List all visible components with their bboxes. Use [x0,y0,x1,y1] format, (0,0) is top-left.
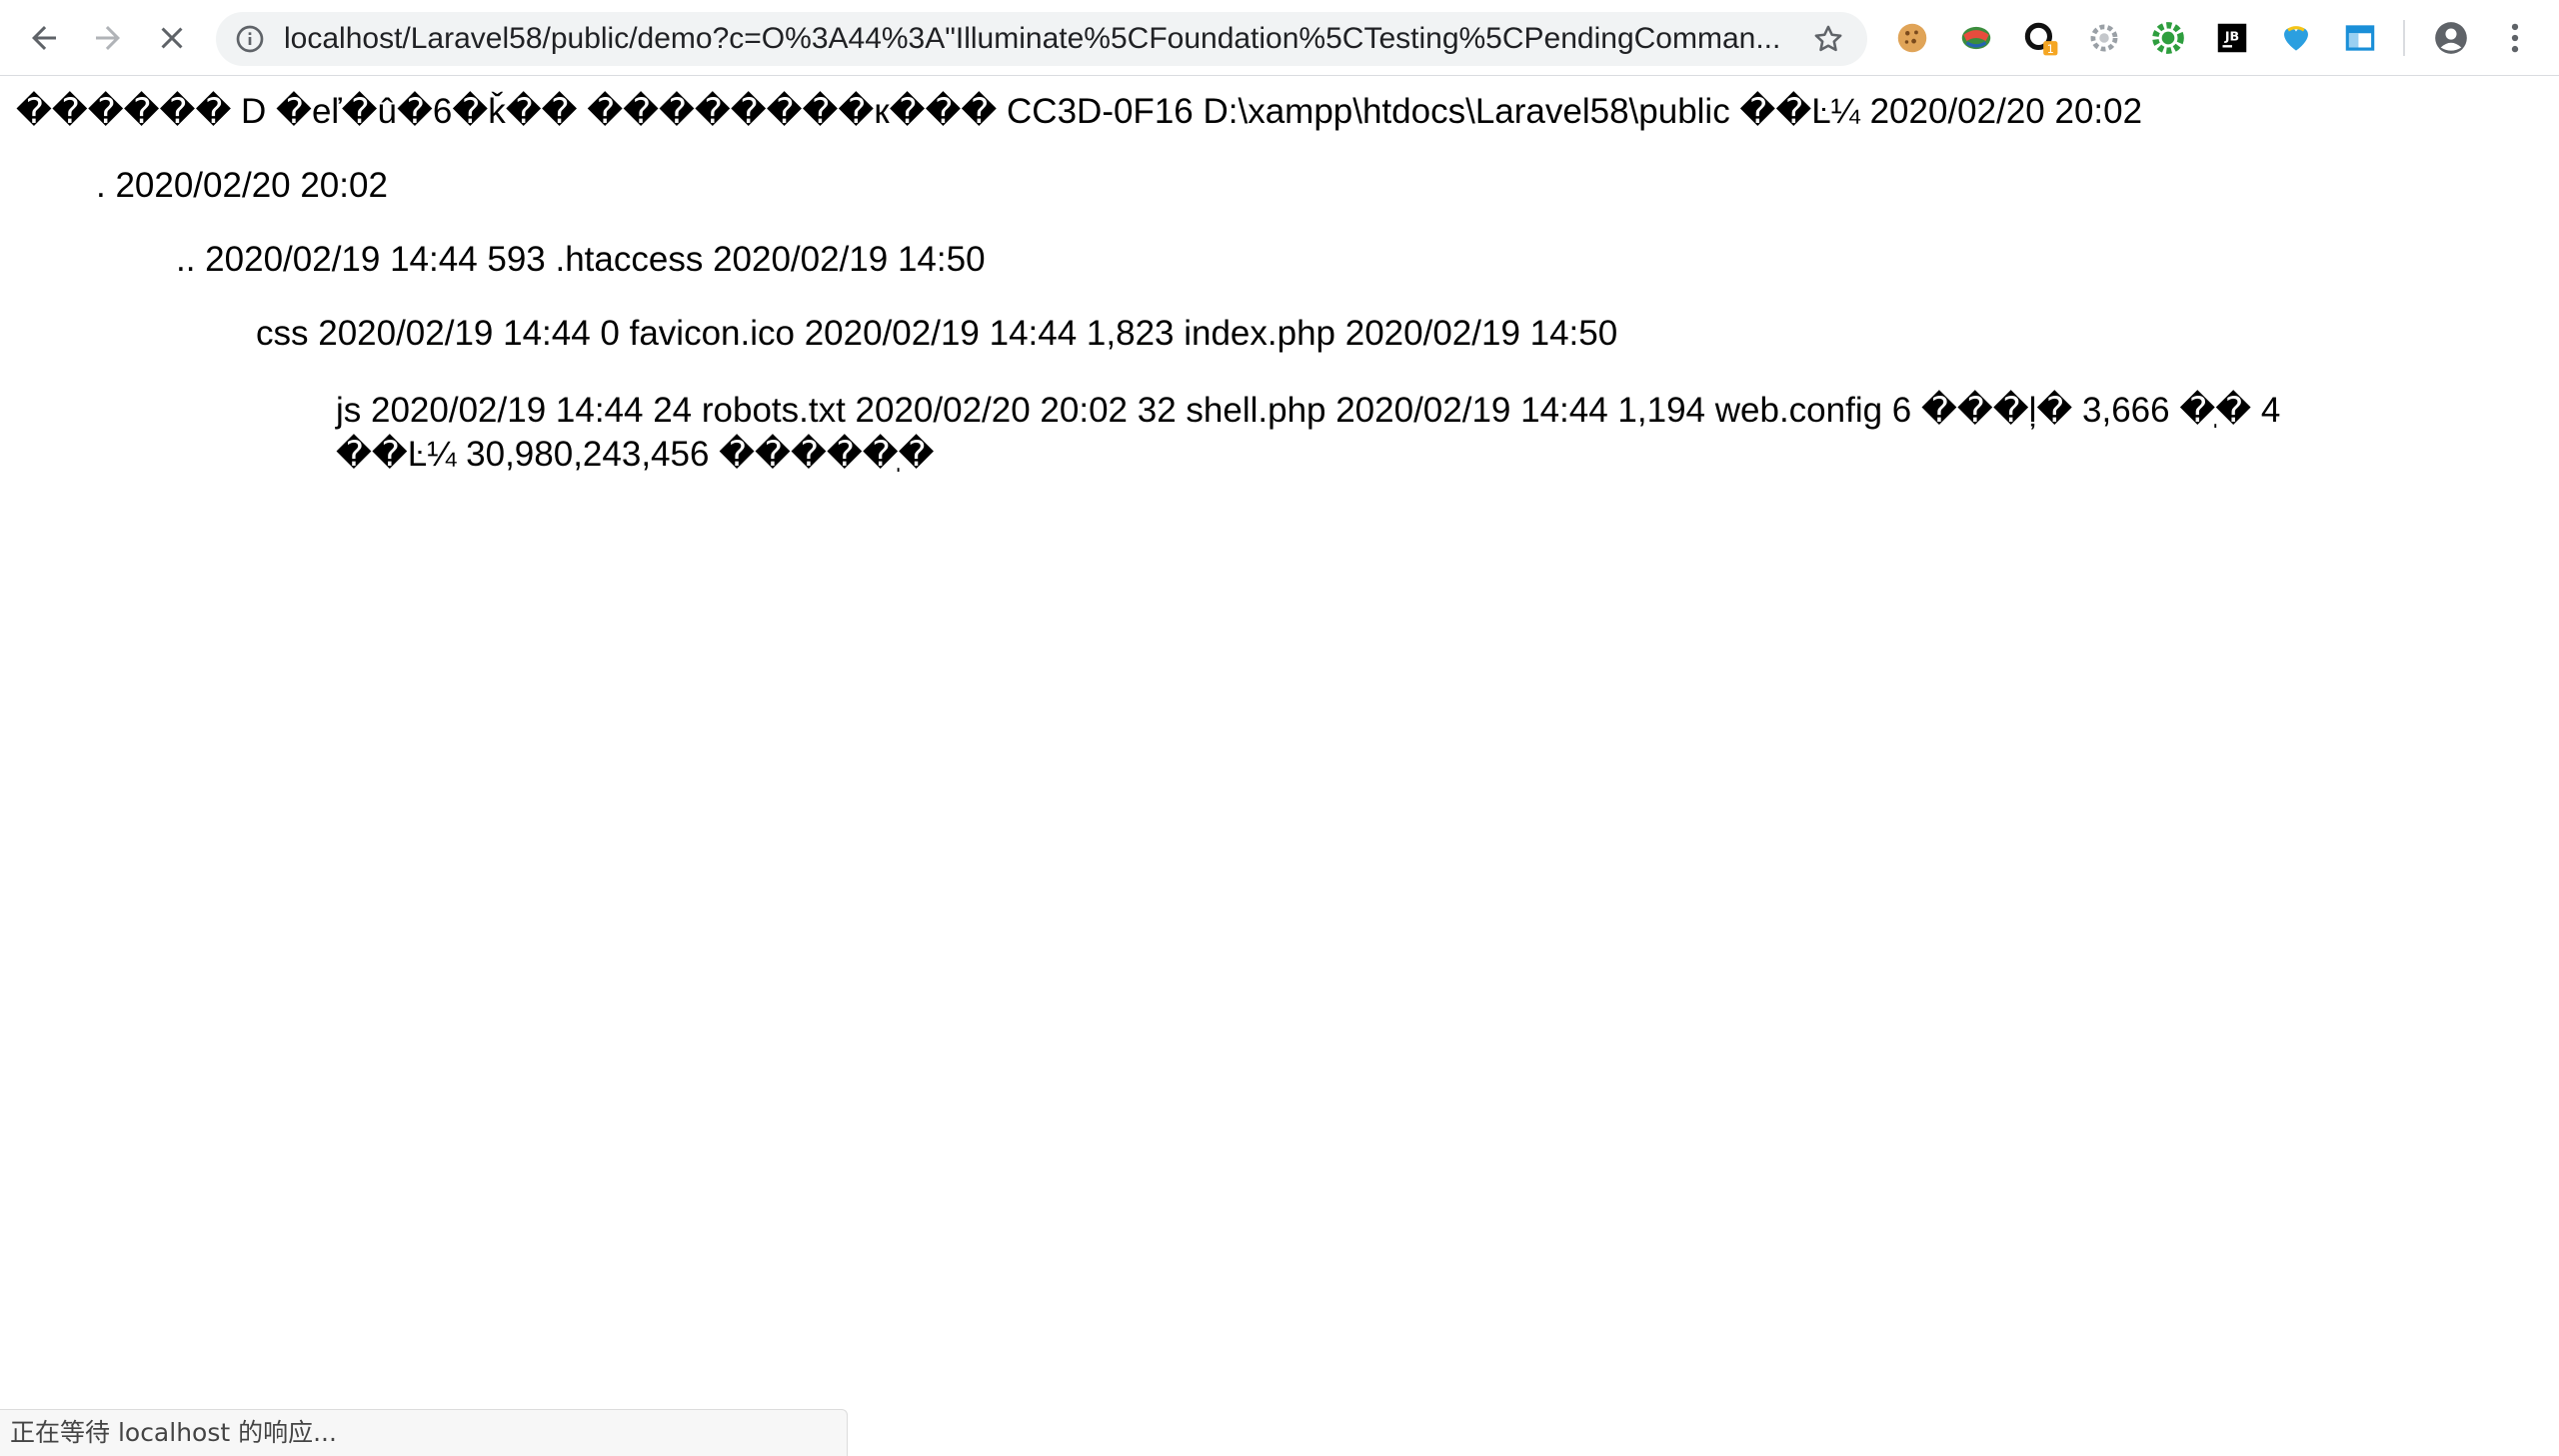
globe-icon [1961,26,1991,50]
ring-extension[interactable]: 1 [2020,18,2060,58]
gear-green-icon [2152,22,2184,54]
status-bubble: 正在等待 localhost 的响应... [0,1409,848,1456]
info-icon[interactable] [234,23,266,55]
address-bar[interactable]: localhost/Laravel58/public/demo?c=O%3A44… [216,12,1867,66]
output-line-3: .. 2020/02/19 14:44 593 .htaccess 2020/0… [176,240,986,279]
globe-extension[interactable] [1956,18,1996,58]
jetbrains-extension[interactable]: JB [2212,18,2252,58]
output-line-4: css 2020/02/19 14:44 0 favicon.ico 2020/… [256,314,1618,353]
arrow-left-icon [32,26,56,50]
gear-gray-icon [2090,24,2118,52]
gray-gear-extension[interactable] [2084,18,2124,58]
forward-button[interactable] [84,14,132,62]
output-line-1: ������ D �eľ�û�6�ǩ�� ��������к��� CC3D-0… [16,92,2143,131]
heart-extension[interactable] [2276,18,2316,58]
page-content: ������ D �eľ�û�6�ǩ�� ��������к��� CC3D-0… [0,77,2559,1406]
window-icon [2345,25,2375,51]
more-vert-icon [2511,23,2519,53]
jb-label: JB [2224,28,2239,43]
back-button[interactable] [20,14,68,62]
cookie-icon [1897,23,1927,53]
star-icon[interactable] [1811,22,1845,56]
window-extension[interactable] [2340,18,2380,58]
toolbar-separator [2403,20,2405,56]
ring-badge: 1 [2047,43,2054,56]
jb-icon: JB [2217,23,2247,53]
stop-button[interactable] [148,14,196,62]
menu-button[interactable] [2495,18,2535,58]
address-url[interactable]: localhost/Laravel58/public/demo?c=O%3A44… [284,12,1783,66]
profile-button[interactable] [2431,18,2471,58]
heart-icon [2284,26,2308,51]
output-line-5: js 2020/02/19 14:44 24 robots.txt 2020/0… [336,391,2281,474]
cookie-extension[interactable] [1892,18,1932,58]
green-gear-extension[interactable] [2148,18,2188,58]
browser-toolbar: localhost/Laravel58/public/demo?c=O%3A44… [0,0,2559,76]
ring-icon: 1 [2024,22,2058,56]
account-icon [2435,22,2467,54]
arrow-right-icon [96,26,120,50]
close-icon [161,27,183,49]
output-line-2: . 2020/02/20 20:02 [96,166,388,205]
